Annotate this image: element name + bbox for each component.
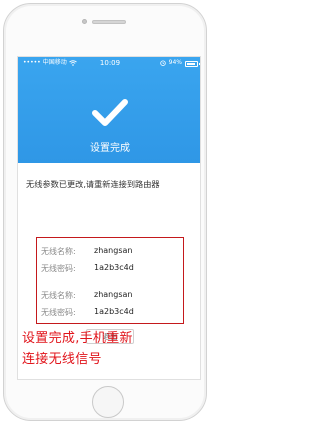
battery-percent: 94% (168, 59, 182, 66)
earpiece-speaker (92, 20, 126, 24)
wifi-name-value: zhangsan (94, 290, 133, 299)
name-label: 无线名称: (41, 247, 76, 256)
name-label: 无线名称: (41, 291, 76, 300)
wifi-password-value: 1a2b3c4d (94, 307, 134, 316)
wifi-name-value: zhangsan (94, 246, 133, 255)
success-header: ••••• 中国移动 10:09 94% 设置完成 (18, 57, 200, 163)
wifi-password-value: 1a2b3c4d (94, 263, 134, 272)
checkmark-icon (92, 99, 128, 126)
battery-icon (185, 60, 200, 67)
password-label: 无线密码: (41, 264, 76, 273)
status-bar: ••••• 中国移动 10:09 94% (18, 57, 200, 69)
home-button[interactable] (92, 386, 124, 418)
annotation-line-2: 连接无线信号 (22, 352, 102, 367)
status-message: 无线参数已更改,请重新连接到路由器 (26, 179, 160, 189)
battery-level (187, 62, 196, 65)
wifi-credentials-box: 无线名称: zhangsan 无线密码: 1a2b3c4d 无线名称: zhan… (36, 237, 184, 324)
alarm-icon (159, 60, 166, 66)
annotation-caption: 设置完成,手机重新 连接无线信号 (22, 328, 192, 370)
front-camera (82, 19, 87, 24)
password-label: 无线密码: (41, 308, 76, 317)
annotation-line-1: 设置完成,手机重新 (22, 331, 133, 346)
status-right: 94% (159, 57, 200, 69)
page-title: 设置完成 (90, 143, 130, 154)
